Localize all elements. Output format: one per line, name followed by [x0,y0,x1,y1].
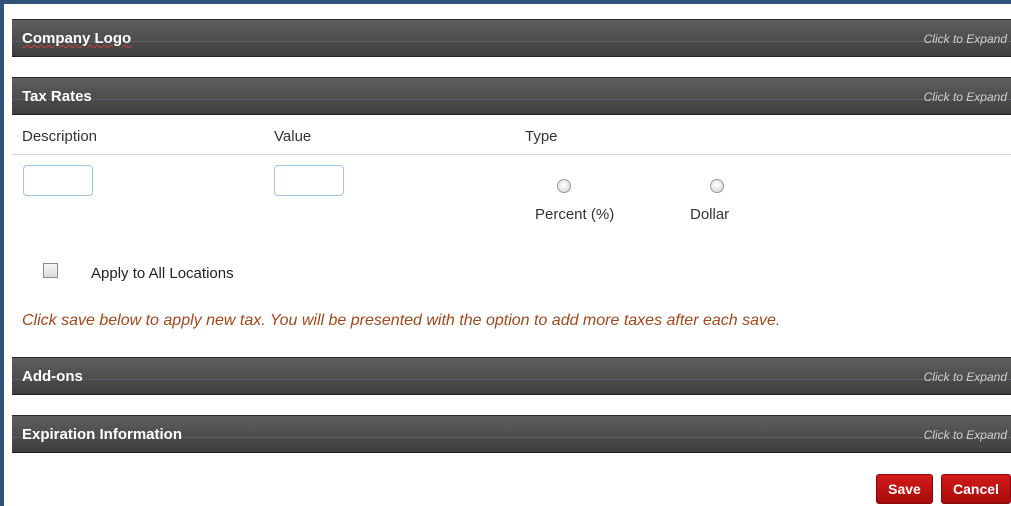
column-header-description: Description [22,128,98,145]
expand-hint[interactable]: Click to Expand [924,90,1007,104]
apply-all-locations-checkbox[interactable] [43,263,58,278]
save-button[interactable]: Save [876,474,933,504]
expand-hint[interactable]: Click to Expand [924,370,1007,384]
section-addons-header[interactable]: Add-ons Click to Expand [12,357,1011,395]
expand-hint[interactable]: Click to Expand [924,32,1007,46]
header-divider [12,154,1011,155]
value-input[interactable] [274,165,344,196]
type-percent-radio[interactable] [557,179,571,193]
tax-save-notice: Click save below to apply new tax. You w… [22,312,781,329]
section-title: Expiration Information [22,426,183,443]
section-title: Company Logo [22,30,131,47]
section-title: Add-ons [22,368,83,385]
type-percent-label: Percent (%) [535,206,615,223]
section-expiration-header[interactable]: Expiration Information Click to Expand [12,415,1011,453]
section-tax-rates-header[interactable]: Tax Rates Click to Expand [12,77,1011,115]
apply-all-locations-label: Apply to All Locations [91,265,234,282]
type-dollar-label: Dollar [690,206,730,223]
section-company-logo-header[interactable]: Company Logo Click to Expand [12,19,1011,57]
cancel-button[interactable]: Cancel [941,474,1011,504]
type-dollar-radio[interactable] [710,179,724,193]
column-header-value: Value [274,128,312,145]
expand-hint[interactable]: Click to Expand [924,428,1007,442]
section-title: Tax Rates [22,88,92,105]
window-frame-top [0,0,1011,4]
section-title-text: Company Logo [22,30,132,47]
description-input[interactable] [23,165,93,196]
window-frame-left [0,0,4,506]
column-header-type: Type [525,128,558,145]
